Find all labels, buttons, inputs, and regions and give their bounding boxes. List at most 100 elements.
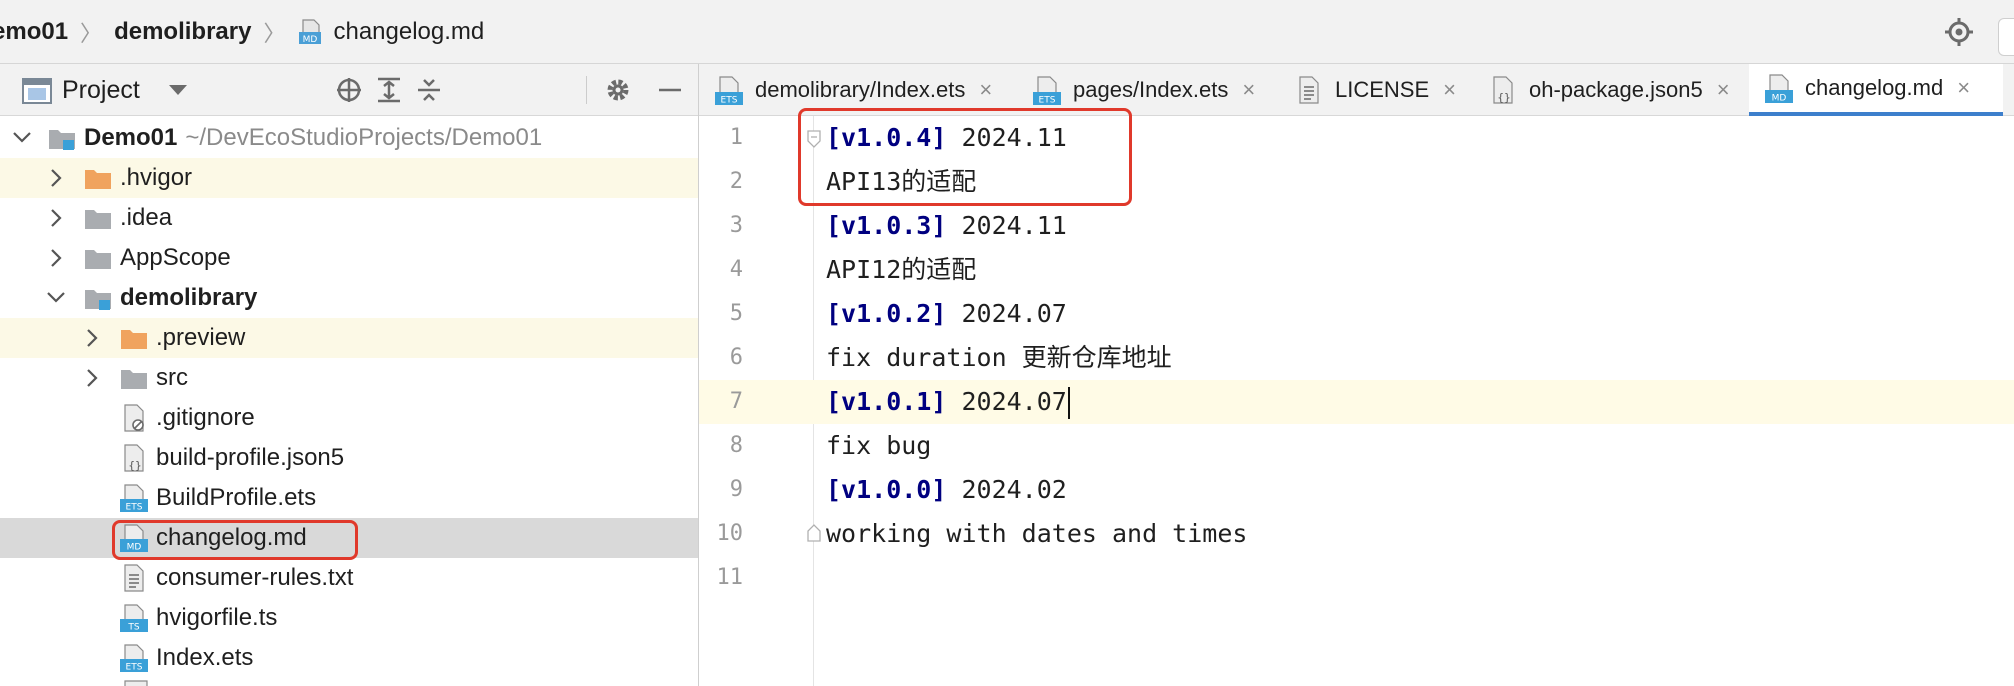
title-bar: emo01 〉 demolibrary 〉 MD changelog.md — [0, 0, 2014, 64]
tree-item-gitignore[interactable]: .gitignore — [0, 398, 698, 438]
tab-label: changelog.md — [1805, 75, 1944, 100]
svg-text:{}: {} — [1497, 91, 1510, 104]
module-folder-icon — [49, 130, 75, 150]
tree-item-hvigorfile[interactable]: TS hvigorfile.ts — [0, 598, 698, 638]
ets-file-icon: ETS — [715, 76, 743, 106]
expand-all-button[interactable] — [372, 73, 406, 107]
folder-icon — [121, 370, 147, 389]
tree-item-label: src — [156, 364, 188, 391]
line-content: [v1.0.2] 2024.07 — [826, 299, 1067, 328]
tab-changelog[interactable]: MD changelog.md × — [1749, 64, 2003, 116]
chevron-right-icon[interactable] — [82, 368, 102, 388]
select-opened-file-button[interactable] — [332, 73, 366, 107]
window-edge-button[interactable] — [1998, 18, 2014, 56]
hide-panel-button[interactable] — [653, 73, 687, 107]
tree-item-label: Index.ets — [156, 644, 254, 671]
tab-label: LICENSE — [1335, 77, 1430, 102]
caret-down-icon — [169, 85, 187, 95]
markdown-file-icon: MD — [299, 19, 322, 45]
tab-license[interactable]: LICENSE × — [1295, 64, 1456, 116]
breadcrumb-module[interactable]: demolibrary — [114, 18, 251, 46]
tab-label: oh-package.json5 — [1529, 77, 1703, 102]
svg-text:ETS: ETS — [721, 96, 738, 106]
editor-line-current[interactable]: 7 [v1.0.1] 2024.07 — [699, 380, 2014, 424]
tree-item-buildprofile-ets[interactable]: ETS BuildProfile.ets — [0, 478, 698, 518]
editor-line[interactable]: 3 [v1.0.3] 2024.11 — [699, 204, 2014, 248]
collapse-all-icon — [418, 79, 440, 101]
markdown-file-icon: MD — [1765, 74, 1793, 103]
ignore-file-icon — [124, 404, 144, 432]
editor-line[interactable]: 4 API12的适配 — [699, 248, 2014, 292]
tree-item-preview[interactable]: .preview — [0, 318, 698, 358]
project-view-dropdown[interactable] — [166, 78, 190, 102]
line-number: 10 — [716, 521, 744, 546]
chevron-right-icon[interactable] — [82, 328, 102, 348]
ets-file-icon: ETS — [120, 644, 148, 672]
breadcrumb: emo01 〉 demolibrary 〉 MD changelog.md — [0, 0, 484, 64]
line-number: 2 — [729, 169, 743, 194]
editor-line[interactable]: 8 fix bug — [699, 424, 2014, 468]
tree-item-demolibrary[interactable]: demolibrary — [0, 278, 698, 318]
tree-item-label: Demo01 ~/DevEcoStudioProjects/Demo01 — [84, 124, 543, 151]
typescript-file-icon: TS — [120, 604, 148, 632]
editor-line[interactable]: 9 [v1.0.0] 2024.02 — [699, 468, 2014, 512]
annotation-box — [112, 520, 358, 560]
line-content: [v1.0.3] 2024.11 — [826, 211, 1067, 240]
chevron-right-icon[interactable] — [46, 248, 66, 268]
line-content: API12的适配 — [826, 255, 977, 284]
ets-file-icon: ETS — [1033, 76, 1061, 106]
folder-icon — [85, 250, 111, 269]
project-tree: Demo01 ~/DevEcoStudioProjects/Demo01 .hvi… — [0, 116, 698, 686]
svg-text:ETS: ETS — [1039, 96, 1056, 106]
close-icon[interactable]: × — [1443, 77, 1456, 103]
chevron-down-icon[interactable] — [46, 288, 66, 308]
tree-item-label: .hvigor — [120, 164, 193, 191]
target-icon — [1945, 18, 1973, 46]
close-icon[interactable]: × — [1717, 77, 1730, 103]
line-content: fix bug — [826, 431, 932, 460]
chevron-right-icon[interactable] — [46, 208, 66, 228]
line-number: 9 — [729, 477, 743, 502]
breadcrumb-separator: 〉 — [80, 21, 103, 46]
close-icon[interactable]: × — [1242, 77, 1255, 103]
folder-icon — [121, 330, 147, 349]
tree-item-consumer-rules[interactable]: consumer-rules.txt — [0, 558, 698, 598]
svg-text:MD: MD — [303, 35, 318, 45]
editor-line[interactable]: 5 [v1.0.2] 2024.07 — [699, 292, 2014, 336]
chevron-down-icon[interactable] — [12, 128, 32, 148]
tree-item-index-ets[interactable]: ETS Index.ets — [0, 638, 698, 678]
collapse-all-button[interactable] — [412, 73, 446, 107]
line-content: [v1.0.1] 2024.07 — [826, 380, 1070, 424]
chevron-right-icon[interactable] — [46, 168, 66, 188]
minimize-icon — [659, 88, 681, 92]
close-icon[interactable]: × — [1957, 75, 1970, 101]
tree-item-src[interactable]: src — [0, 358, 698, 398]
svg-text:ETS: ETS — [126, 663, 143, 673]
fold-end-icon[interactable] — [807, 524, 821, 542]
project-panel-title[interactable]: Project — [62, 73, 140, 107]
tree-item-label: hvigorfile.ts — [156, 604, 278, 631]
tree-item-root[interactable]: Demo01 ~/DevEcoStudioProjects/Demo01 — [0, 118, 698, 158]
tree-item-hvigor[interactable]: .hvigor — [0, 158, 698, 198]
editor-line[interactable]: 11 — [699, 556, 2014, 600]
tab-oh-package[interactable]: {} oh-package.json5 × — [1489, 64, 1730, 116]
ets-file-icon: ETS — [120, 484, 148, 512]
line-number: 8 — [729, 433, 743, 458]
text-file-icon — [1299, 76, 1319, 104]
editor-line[interactable]: 6 fix duration 更新仓库地址 — [699, 336, 2014, 380]
tree-item-appscope[interactable]: AppScope — [0, 238, 698, 278]
settings-button[interactable] — [601, 73, 635, 107]
locate-button[interactable] — [1941, 14, 1977, 50]
editor-line[interactable]: 10 working with dates and times — [699, 512, 2014, 556]
breadcrumb-project[interactable]: emo01 — [0, 18, 68, 46]
tree-item-build-profile[interactable]: {} build-profile.json5 — [0, 438, 698, 478]
tree-item-label: .idea — [120, 204, 173, 231]
breadcrumb-file[interactable]: MD changelog.md — [297, 18, 484, 46]
svg-text:ETS: ETS — [126, 503, 143, 513]
project-panel-header: Project — [0, 64, 698, 116]
crosshair-icon — [337, 78, 361, 102]
close-icon[interactable]: × — [979, 77, 992, 103]
project-path: ~/DevEcoStudioProjects/Demo01 — [185, 124, 543, 151]
tree-item-idea[interactable]: .idea — [0, 198, 698, 238]
toolbar-divider — [586, 76, 587, 104]
